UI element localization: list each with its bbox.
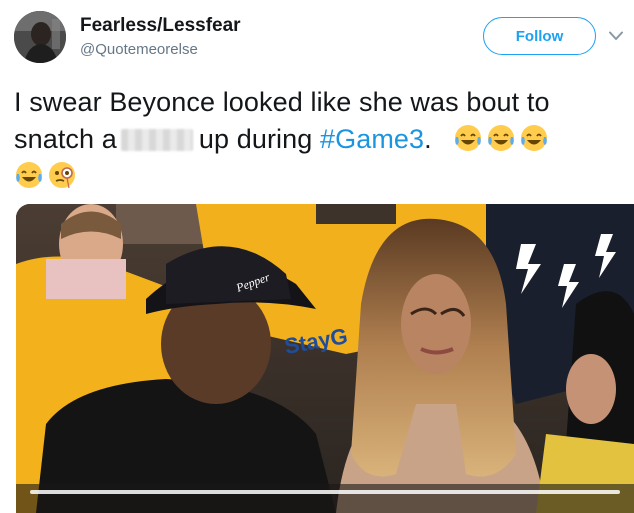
- chevron-down-icon[interactable]: [609, 31, 623, 41]
- tweet-text-part2: up during: [198, 124, 313, 154]
- author-name[interactable]: Fearless/Lessfear: [80, 15, 241, 37]
- tears-of-joy-emoji-icon: [488, 125, 515, 151]
- tears-of-joy-emoji-icon: [455, 125, 482, 151]
- hashtag-link[interactable]: #Game3: [320, 124, 424, 154]
- censored-word: [120, 129, 193, 151]
- tears-of-joy-emoji-icon: [16, 162, 42, 188]
- author-handle[interactable]: @Quotemeorelse: [80, 41, 198, 58]
- tweet-text: I swear Beyonce looked like she was bout…: [14, 84, 624, 195]
- video-progress-bar[interactable]: [30, 490, 620, 494]
- monocle-face-emoji-icon: [49, 162, 75, 189]
- follow-button[interactable]: Follow: [483, 17, 596, 55]
- tweet-text-part3: .: [424, 124, 432, 154]
- tears-of-joy-emoji-icon: [521, 125, 548, 151]
- avatar[interactable]: [14, 11, 66, 63]
- tweet-media-image[interactable]: Pepper StayG: [16, 204, 634, 513]
